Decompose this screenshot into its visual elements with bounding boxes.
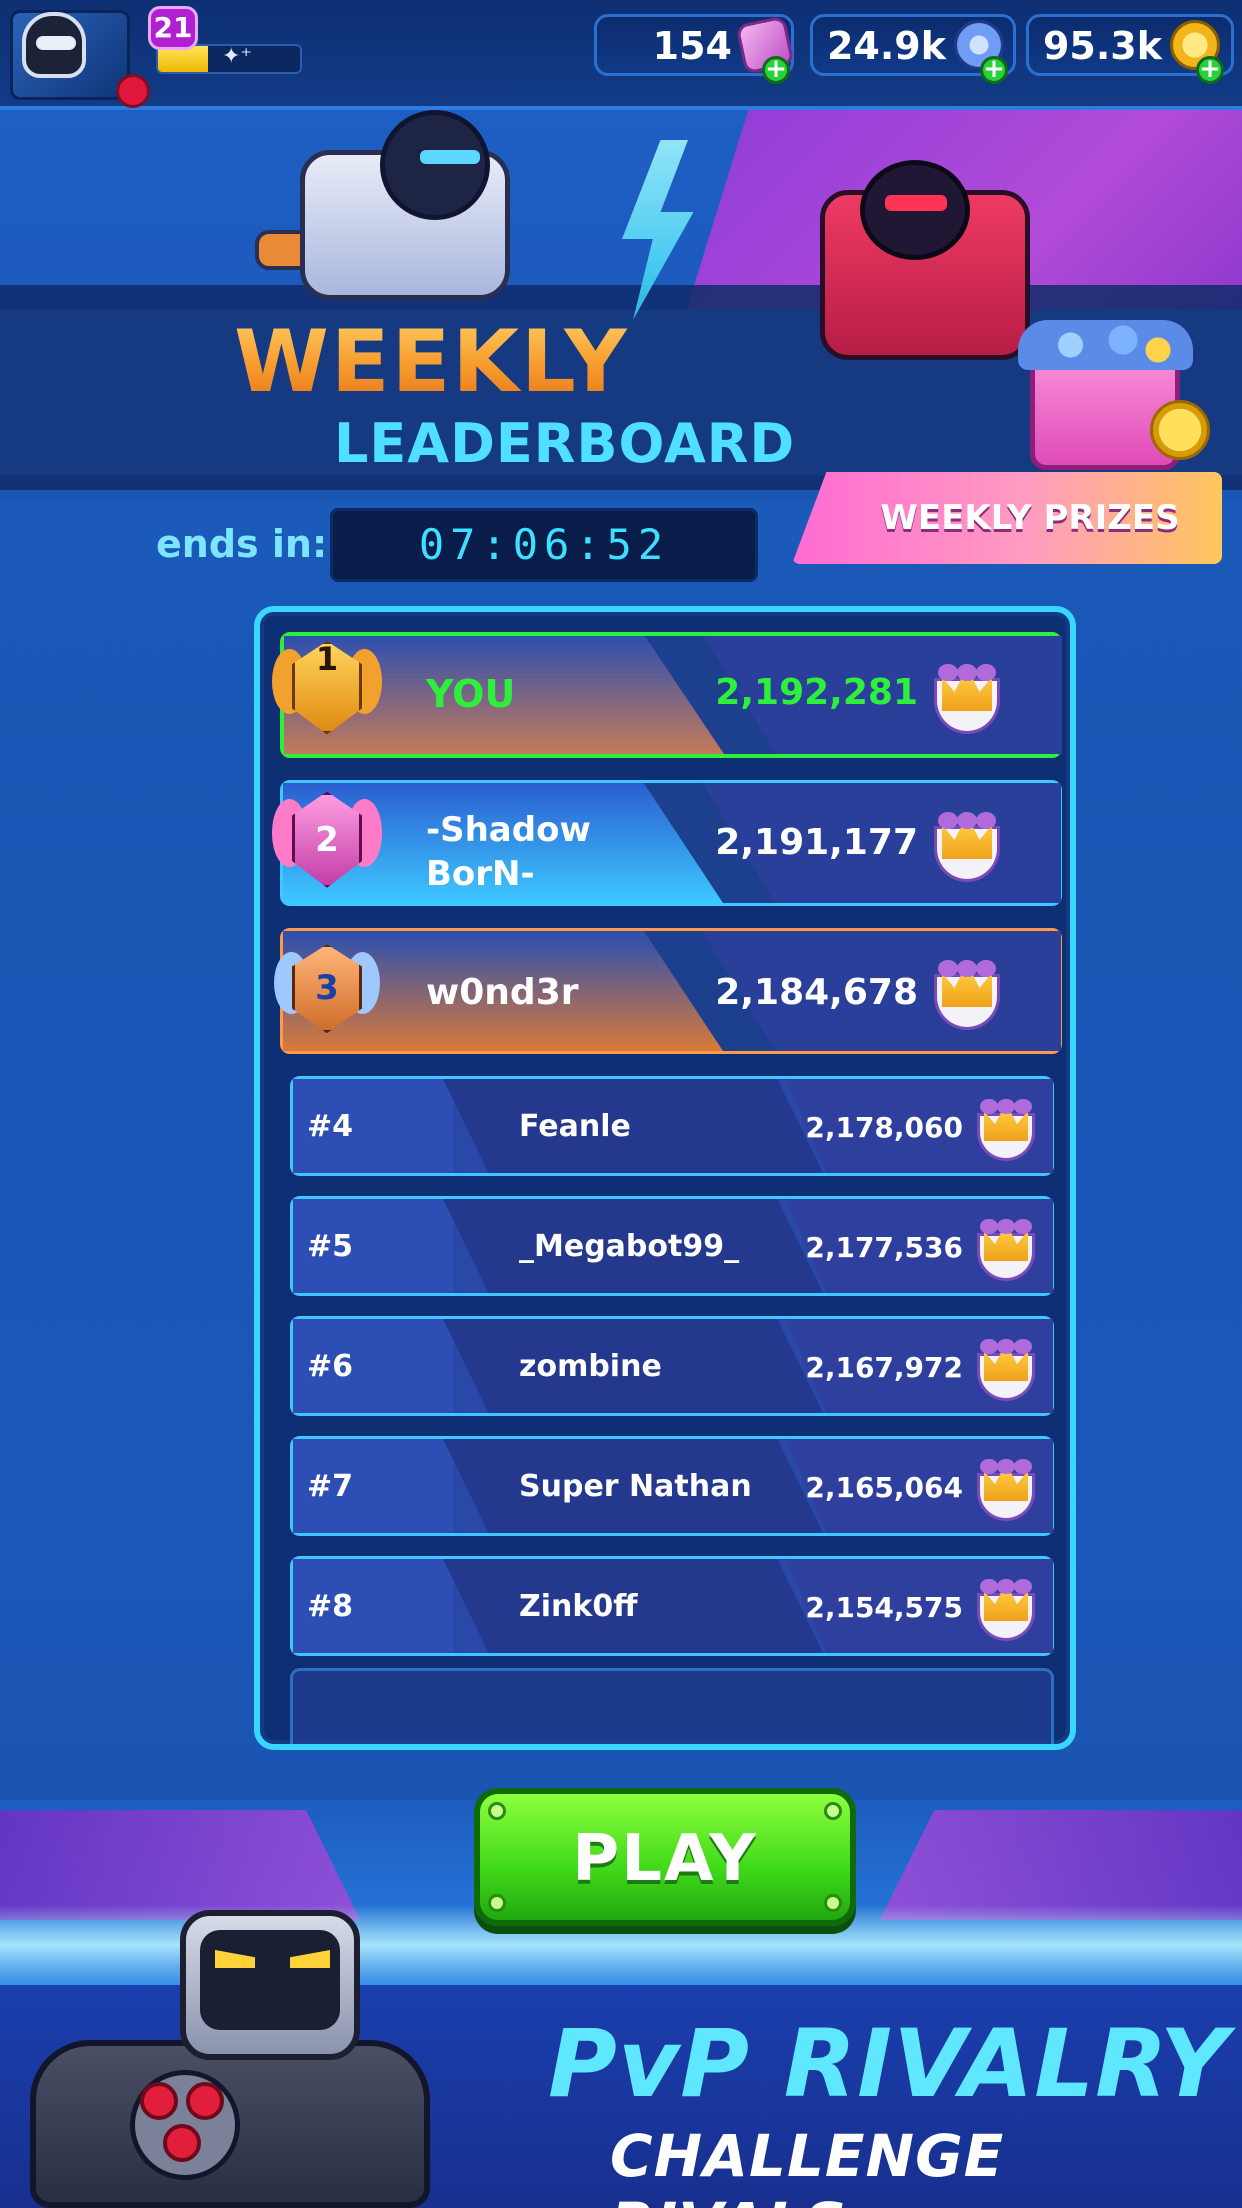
rank-label: #5 [307, 1229, 354, 1264]
robot-hero-visor [420, 150, 480, 164]
player-score: 2,192,281 [715, 672, 918, 713]
leaderboard-row[interactable]: #4 Feanle 2,178,060 [290, 1076, 1054, 1176]
leaderboard-row[interactable]: #6 zombine 2,167,972 [290, 1316, 1054, 1416]
screw-icon [488, 1802, 506, 1820]
rank-2-pink-medal-icon: 2 [272, 776, 382, 906]
chest-gems-icon [1018, 320, 1193, 370]
notification-dot-icon [116, 74, 150, 108]
player-score: 2,154,575 [805, 1591, 963, 1624]
rank-1-gold-medal-icon: 1 [272, 626, 382, 752]
robot-hero-head [380, 110, 490, 220]
robot-mascot-face [200, 1930, 340, 2030]
leaderboard-row[interactable]: #7 Super Nathan 2,165,064 [290, 1436, 1054, 1536]
rank-label: #6 [307, 1349, 354, 1384]
player-name-line-2: BorN- [426, 854, 535, 894]
player-name: Zink0ff [519, 1589, 638, 1624]
player-name: Super Nathan [519, 1469, 752, 1504]
weekly-prizes-label: WEEKLY PRIZES [880, 498, 1180, 538]
rank-label: #7 [307, 1469, 354, 1504]
timer-label: ends in: [156, 522, 328, 566]
player-name: YOU [426, 672, 516, 716]
player-score: 2,165,064 [805, 1471, 963, 1504]
promo-headline: PvP RIVALRY [548, 2010, 1229, 2119]
trophy-crown-icon [977, 1339, 1035, 1401]
banner-subtitle: LEADERBOARD [334, 412, 796, 475]
leaderboard-panel[interactable]: 1 YOU 2,192,281 2 -Shadow BorN- 2,191,17… [254, 606, 1076, 1750]
trophy-crown-icon [934, 812, 1000, 882]
gold-coins-icon [1150, 400, 1210, 460]
play-button-label: PLAY [572, 1822, 758, 1896]
bottom-purple-left [0, 1810, 360, 1920]
rank-label: #8 [307, 1589, 354, 1624]
countdown-value: 07:06:52 [418, 520, 670, 569]
rank-number: 1 [315, 640, 339, 678]
banner-title: WEEKLY [234, 312, 629, 412]
player-name: -Shadow BorN- [426, 808, 591, 896]
player-score: 2,167,972 [805, 1351, 963, 1384]
player-name-line-1: -Shadow [426, 810, 591, 850]
rank-label: #4 [307, 1109, 354, 1144]
cannon-barrel-icon [163, 2124, 201, 2162]
trophy-crown-icon [934, 960, 1000, 1030]
promo-tagline: CHALLENGE RIVALS [610, 2122, 1005, 2208]
player-name: Feanle [519, 1109, 631, 1144]
gem-currency-value: 24.9k [826, 24, 946, 68]
player-score: 2,184,678 [715, 972, 918, 1013]
rank-number: 3 [315, 968, 339, 1008]
screw-icon [488, 1894, 506, 1912]
trophy-crown-icon [977, 1459, 1035, 1521]
rank-number: 2 [315, 820, 339, 860]
player-score: 2,177,536 [805, 1231, 963, 1264]
trophy-crown-icon [934, 664, 1000, 734]
leaderboard-row[interactable]: #5 _Megabot99_ 2,177,536 [290, 1196, 1054, 1296]
trophy-crown-icon [977, 1579, 1035, 1641]
player-score: 2,178,060 [805, 1111, 963, 1144]
coin-currency-value: 95.3k [1042, 24, 1162, 68]
player-name: zombine [519, 1349, 662, 1384]
rank-3-bronze-medal-icon: 3 [272, 930, 382, 1050]
leaderboard-row-partial[interactable] [290, 1668, 1054, 1744]
screw-icon [824, 1802, 842, 1820]
leaderboard-row[interactable]: #8 Zink0ff 2,154,575 [290, 1556, 1054, 1656]
cannon-barrel-icon [186, 2082, 224, 2120]
sparkle-icon: ✦⁺ [222, 44, 253, 69]
player-name: w0nd3r [426, 972, 579, 1013]
card-currency-value: 154 [652, 24, 732, 68]
trophy-crown-icon [977, 1219, 1035, 1281]
cannon-barrel-icon [140, 2082, 178, 2120]
player-score: 2,191,177 [715, 822, 918, 863]
robot-rival-eyes [885, 195, 947, 211]
avatar-visor [36, 36, 76, 50]
add-coins-plus-icon[interactable]: + [1196, 56, 1224, 84]
row-name-section [443, 1079, 823, 1173]
player-name: _Megabot99_ [519, 1229, 740, 1264]
add-gems-plus-icon[interactable]: + [980, 56, 1008, 84]
trophy-crown-icon [977, 1099, 1035, 1161]
add-cards-plus-icon[interactable]: + [762, 56, 790, 84]
screw-icon [824, 1894, 842, 1912]
player-level-badge: 21 [148, 6, 198, 50]
bottom-purple-right [880, 1810, 1242, 1920]
